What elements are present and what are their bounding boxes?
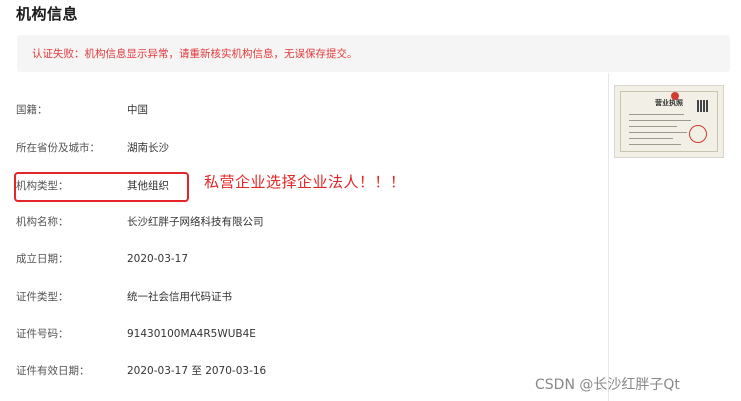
field-label: 所在省份及城市： <box>16 142 100 154</box>
field-row-established-date: 成立日期： 2020-03-17 <box>0 249 600 269</box>
field-label: 证件有效日期： <box>16 365 90 377</box>
license-text-line <box>629 144 681 145</box>
field-label: 机构名称： <box>16 216 69 228</box>
license-text-line <box>629 114 684 115</box>
annotation-text: 私营企业选择企业法人！！！ <box>204 173 406 191</box>
watermark: CSDN @长沙红胖子Qt <box>535 377 680 393</box>
field-row-nationality: 国籍： 中国 <box>0 100 600 120</box>
institution-info-page: 机构信息 认证失败：机构信息显示异常，请重新核实机构信息，无误保存提交。 国籍：… <box>0 0 741 401</box>
field-value: 2020-03-17 至 2070-03-16 <box>127 365 267 377</box>
field-row-certificate-validity: 证件有效日期： 2020-03-17 至 2070-03-16 <box>0 361 600 381</box>
alert-message: 认证失败：机构信息显示异常，请重新核实机构信息，无误保存提交。 <box>32 48 358 60</box>
field-row-province-city: 所在省份及城市： 湖南长沙 <box>0 138 600 158</box>
field-label: 证件号码： <box>16 328 69 340</box>
field-value: 长沙红胖子网络科技有限公司 <box>127 216 264 228</box>
business-license-image[interactable]: 营业执照 <box>614 85 724 158</box>
field-value: 91430100MA4R5WUB4E <box>127 328 256 340</box>
field-value: 中国 <box>127 104 148 116</box>
license-frame: 营业执照 <box>620 91 718 152</box>
license-text-line <box>629 120 691 121</box>
field-row-certificate-type: 证件类型： 统一社会信用代码证书 <box>0 287 600 307</box>
license-text-line <box>629 126 677 127</box>
official-seal-icon <box>689 125 707 143</box>
field-value: 2020-03-17 <box>127 253 189 265</box>
highlight-box <box>14 172 189 202</box>
page-title: 机构信息 <box>16 5 79 23</box>
field-value: 湖南长沙 <box>127 142 169 154</box>
field-label: 国籍： <box>16 104 48 116</box>
field-value: 统一社会信用代码证书 <box>127 291 232 303</box>
divider <box>608 73 609 401</box>
license-text-line <box>629 132 687 133</box>
field-label: 证件类型： <box>16 291 69 303</box>
license-text-line <box>629 138 673 139</box>
field-row-certificate-number: 证件号码： 91430100MA4R5WUB4E <box>0 324 600 344</box>
field-row-institution-name: 机构名称： 长沙红胖子网络科技有限公司 <box>0 212 600 232</box>
field-label: 成立日期： <box>16 253 69 265</box>
error-alert: 认证失败：机构信息显示异常，请重新核实机构信息，无误保存提交。 <box>17 35 730 72</box>
qr-code-icon <box>697 100 709 112</box>
